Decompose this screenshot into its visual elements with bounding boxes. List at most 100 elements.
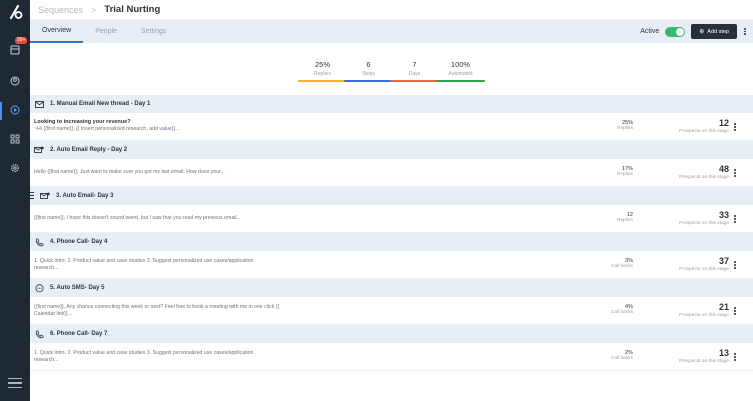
stage-metric: 2% Call backs <box>573 350 633 361</box>
stage-title: 4. Phone Call- Day 4 <box>50 239 108 245</box>
stage-body[interactable]: Looking to increasing your revenue? ~Hi … <box>30 113 753 141</box>
stage-title: 5. Auto SMS- Day 5 <box>50 285 105 291</box>
settings-nav-item[interactable] <box>0 158 30 180</box>
breadcrumb-parent-link[interactable]: Sequences <box>38 5 83 15</box>
prospects-count: 12 Prospects on this stage <box>649 118 729 134</box>
apps-icon <box>10 131 20 149</box>
tab-bar: Overview People Settings Active ⊕ Add st… <box>30 20 753 43</box>
stage-body[interactable]: 1. Quick intro; 2. Product value and cas… <box>30 251 753 279</box>
stage-metric: 25% Replies <box>573 120 633 131</box>
stage-body[interactable]: {{first name}}, Any chance connecting th… <box>30 297 753 325</box>
stage-title: 2. Auto Email Reply - Day 2 <box>50 147 128 153</box>
stage-title: 6. Phone Call- Day 7 <box>50 331 108 337</box>
tab-people[interactable]: People <box>83 20 129 43</box>
stat-value: 25% <box>314 60 330 69</box>
add-step-label: Add step <box>707 28 729 35</box>
stage-more-icon[interactable] <box>729 167 741 179</box>
campaign-icon <box>10 102 20 120</box>
stat-label: Steps <box>362 71 375 77</box>
prospects-label: Prospects on this stage <box>679 129 729 134</box>
contacts-icon <box>10 73 20 91</box>
stats-summary: 25% Replies 6 Steps 7 Days 100% Automate… <box>30 43 753 95</box>
stage-more-icon[interactable] <box>729 213 741 225</box>
breadcrumb: Sequences > Trial Nurting <box>30 0 753 20</box>
message-preview: ~Hi {{first name}}, {{ Insert personaliz… <box>34 126 180 132</box>
contacts-nav-item[interactable] <box>0 71 30 93</box>
message-preview: {{first name}}, I hope this doesn't soun… <box>34 215 241 221</box>
tab-settings[interactable]: Settings <box>129 20 178 43</box>
plus-icon: ⊕ <box>699 29 705 35</box>
message-preview: {{first name}}, Any chance connecting th… <box>34 304 280 317</box>
stage-body[interactable]: Hello {{first name}}, Just want to make … <box>30 159 753 187</box>
stage-body[interactable]: {{first name}}, I hope this doesn't soun… <box>30 205 753 233</box>
prospects-value: 48 <box>718 164 729 174</box>
stage-header[interactable]: 2. Auto Email Reply - Day 2 <box>30 141 753 159</box>
stat-bar <box>390 80 439 82</box>
stat-automated: 100% Automated <box>436 60 485 82</box>
stage-header[interactable]: 5. Auto SMS- Day 5 <box>30 279 753 297</box>
menu-icon[interactable] <box>8 378 22 388</box>
stat-steps: 6 Steps <box>344 60 393 82</box>
stage-metric: 3% Call backs <box>573 258 633 269</box>
breadcrumb-separator: > <box>91 4 97 15</box>
stage-metric: 12 Replies <box>573 212 633 223</box>
stage-body[interactable]: 1. Quick intro; 2. Product value and cas… <box>30 343 753 371</box>
prospects-value: 12 <box>718 118 729 128</box>
metric-label: Call backs <box>610 356 633 361</box>
add-step-button[interactable]: ⊕ Add step <box>691 24 737 39</box>
mail-icon <box>34 99 44 109</box>
sequences-icon <box>10 42 20 60</box>
stage-more-icon[interactable] <box>729 351 741 363</box>
phone-icon <box>34 329 44 339</box>
prospects-count: 33 Prospects on this stage <box>649 210 729 226</box>
stat-days: 7 Days <box>390 60 439 82</box>
stage-header[interactable]: 4. Phone Call- Day 4 <box>30 233 753 251</box>
stage-more-icon[interactable] <box>729 121 741 133</box>
stage-more-icon[interactable] <box>729 259 741 271</box>
prospects-value: 21 <box>718 302 729 312</box>
metric-label: Call backs <box>610 264 633 269</box>
sms-icon <box>34 283 44 293</box>
stage-header[interactable]: 6. Phone Call- Day 7 <box>30 325 753 343</box>
prospects-count: 13 Prospects on this stage <box>649 348 729 364</box>
apps-nav-item[interactable] <box>0 129 30 151</box>
more-options-icon[interactable] <box>739 26 751 38</box>
prospects-label: Prospects on this stage <box>679 221 729 226</box>
message-preview: Hello {{first name}}, Just want to make … <box>34 169 225 175</box>
stage-message: Looking to increasing your revenue? ~Hi … <box>34 119 294 133</box>
prospects-label: Prospects on this stage <box>679 313 729 318</box>
tab-overview[interactable]: Overview <box>30 20 84 43</box>
message-preview: 1. Quick intro; 2. Product value and cas… <box>34 258 254 271</box>
stage-header[interactable]: 1. Manual Email New thread - Day 1 <box>30 95 753 113</box>
stage-title: 1. Manual Email New thread - Day 1 <box>50 101 151 107</box>
main-content: Sequences > Trial Nurting Overview Peopl… <box>30 0 753 401</box>
stat-bar <box>436 80 485 82</box>
stat-replies: 25% Replies <box>298 60 347 82</box>
active-toggle[interactable] <box>665 26 686 37</box>
stat-label: Automated <box>448 71 473 77</box>
prospects-count: 21 Prospects on this stage <box>649 302 729 318</box>
stage-title: 3. Auto Email- Day 3 <box>56 193 114 199</box>
sidebar: 99+ <box>0 0 30 401</box>
prospects-label: Prospects on this stage <box>679 175 729 180</box>
stage-more-icon[interactable] <box>729 305 741 317</box>
stat-bar <box>298 80 347 82</box>
drag-handle-icon[interactable] <box>30 192 34 199</box>
notification-badge: 99+ <box>15 37 28 44</box>
stat-value: 6 <box>366 60 371 69</box>
auto-email-icon <box>40 191 50 201</box>
campaign-nav-item[interactable] <box>0 100 30 122</box>
logo-icon[interactable] <box>6 3 24 21</box>
metric-label: Call backs <box>610 310 633 315</box>
stage-metric: 4% Call backs <box>573 304 633 315</box>
prospects-label: Prospects on this stage <box>679 267 729 272</box>
prospects-count: 48 Prospects on this stage <box>649 164 729 180</box>
sequences-nav-item[interactable]: 99+ <box>0 37 30 62</box>
stat-label: Days <box>408 71 421 77</box>
page-title: Trial Nurting <box>104 4 161 15</box>
auto-email-icon <box>34 145 44 155</box>
prospects-value: 33 <box>718 210 729 220</box>
stage-header[interactable]: 3. Auto Email- Day 3 <box>30 187 753 205</box>
metric-label: Replies <box>617 126 633 131</box>
metric-label: Replies <box>617 218 633 223</box>
